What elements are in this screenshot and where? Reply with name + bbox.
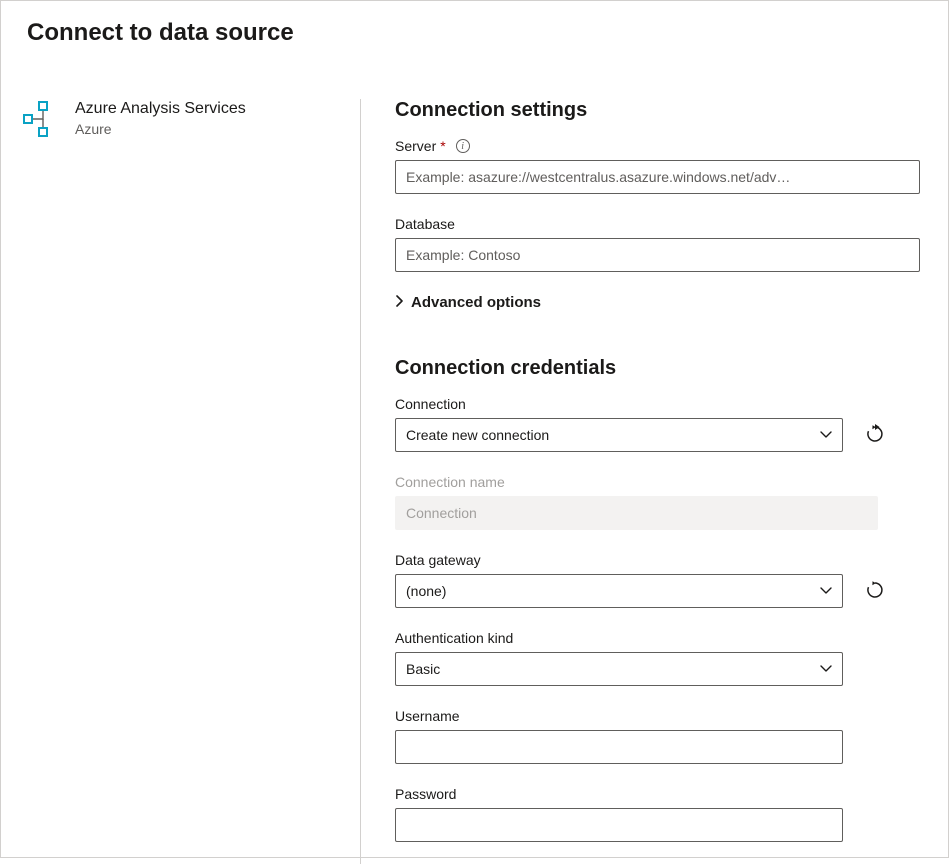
page-title: Connect to data source: [1, 1, 948, 47]
connection-settings-heading: Connection settings: [395, 99, 920, 122]
source-subtitle: Azure: [75, 121, 246, 137]
connection-select-value: Create new connection: [406, 427, 549, 443]
connection-label: Connection: [395, 396, 920, 412]
database-input[interactable]: [395, 238, 920, 272]
connection-credentials-heading: Connection credentials: [395, 357, 920, 380]
server-label: Server * i: [395, 138, 920, 154]
info-icon[interactable]: i: [456, 139, 470, 153]
refresh-gateway-button[interactable]: [861, 576, 889, 607]
refresh-icon: [865, 580, 885, 603]
source-title: Azure Analysis Services: [75, 99, 246, 120]
server-input[interactable]: [395, 160, 920, 194]
connection-name-input: [395, 496, 878, 530]
chevron-right-icon: [395, 294, 405, 311]
connection-name-label: Connection name: [395, 474, 920, 490]
connection-select[interactable]: Create new connection: [395, 418, 843, 452]
data-gateway-select-value: (none): [406, 583, 446, 599]
refresh-icon: [865, 424, 885, 447]
authentication-kind-value: Basic: [406, 661, 440, 677]
password-label: Password: [395, 786, 920, 802]
database-label: Database: [395, 216, 920, 232]
username-label: Username: [395, 708, 920, 724]
refresh-connection-button[interactable]: [861, 420, 889, 451]
data-source-item[interactable]: Azure Analysis Services Azure: [23, 99, 360, 140]
data-gateway-label: Data gateway: [395, 552, 920, 568]
server-label-text: Server: [395, 138, 436, 154]
authentication-kind-label: Authentication kind: [395, 630, 920, 646]
password-input[interactable]: [395, 808, 843, 842]
data-gateway-select[interactable]: (none): [395, 574, 843, 608]
advanced-options-label: Advanced options: [411, 294, 541, 311]
required-asterisk: *: [440, 138, 445, 154]
authentication-kind-select[interactable]: Basic: [395, 652, 843, 686]
azure-analysis-services-icon: [23, 101, 61, 140]
username-input[interactable]: [395, 730, 843, 764]
advanced-options-toggle[interactable]: Advanced options: [395, 294, 920, 311]
